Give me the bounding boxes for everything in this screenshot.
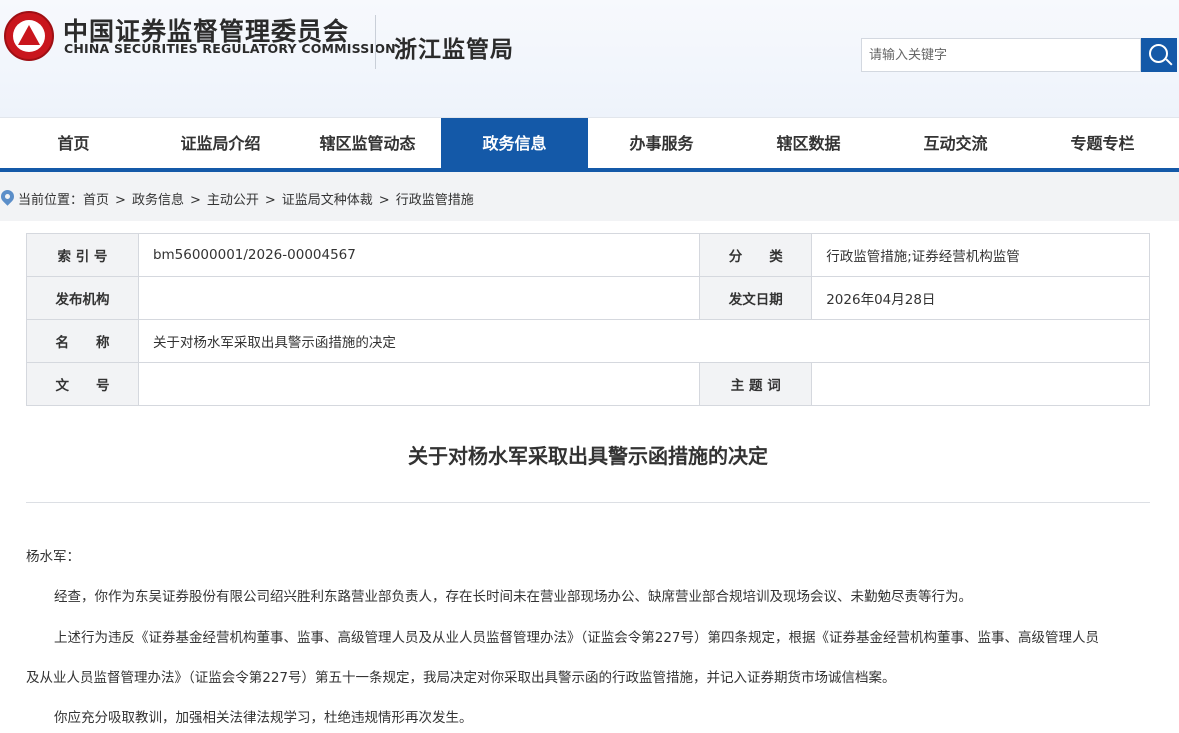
breadcrumb-prefix: 当前位置： [18,193,84,208]
breadcrumb-home[interactable]: 首页 [83,193,109,208]
breadcrumb-doc-types[interactable]: 证监局文种体裁 [282,193,373,208]
paragraph-3: 你应充分吸取教训，加强相关法律法规学习，杜绝违规情形再次发生。 [54,710,473,726]
table-row: 文 号 主 题 词 [26,362,1150,406]
subject-words-value [811,362,1150,406]
table-row: 索 引 号 bm56000001/2026-00004567 分 类 行政监管措… [26,233,1150,277]
category-value: 行政监管措施;证券经营机构监管 [811,233,1150,277]
document-title: 关于对杨水军采取出具警示函措施的决定 [408,444,768,468]
salutation: 杨水军： [26,549,80,565]
table-row: 发布机构 发文日期 2026年04月28日 [26,276,1150,320]
index-number-value: bm56000001/2026-00004567 [137,233,701,277]
paragraph-1: 经查，你作为东吴证券股份有限公司绍兴胜利东路营业部负责人，存在长时间未在营业部现… [54,589,972,605]
search-button[interactable] [1141,38,1177,72]
document-metadata-table: 索 引 号 bm56000001/2026-00004567 分 类 行政监管措… [26,233,1151,406]
org-name-en[interactable]: CHINA SECURITIES REGULATORY COMMISSION [64,41,396,56]
index-number-label: 索 引 号 [26,233,139,277]
nav-item-services[interactable]: 办事服务 [588,118,735,169]
table-row: 名 称 关于对杨水军采取出具警示函措施的决定 [26,319,1151,363]
nav-item-topics[interactable]: 专题专栏 [1029,118,1176,169]
nav-item-interaction[interactable]: 互动交流 [882,118,1029,169]
main-nav: 首页 证监局介绍 辖区监管动态 政务信息 办事服务 辖区数据 互动交流 专题专栏 [0,117,1179,169]
issuer-label: 发布机构 [26,276,139,320]
header-divider [375,15,376,69]
site-header: 中国证券监督管理委员会 CHINA SECURITIES REGULATORY … [0,0,1179,117]
title-divider [26,502,1150,503]
bureau-name: 浙江监管局 [394,37,514,63]
issuer-value [137,276,701,320]
issue-date-label: 发文日期 [699,276,813,320]
issue-date-value: 2026年04月28日 [811,276,1150,320]
paragraph-2-line-1: 上述行为违反《证券基金经营机构董事、监事、高级管理人员及从业人员监督管理办法》（… [54,630,1100,646]
location-pin-icon [0,187,17,206]
nav-item-gov-info[interactable]: 政务信息 [441,118,588,169]
category-label: 分 类 [699,233,813,277]
breadcrumb-current[interactable]: 行政监管措施 [396,193,474,208]
subject-words-label: 主 题 词 [699,362,813,406]
doc-number-label: 文 号 [26,362,139,406]
doc-number-value [137,362,701,406]
doc-name-label: 名 称 [26,319,139,363]
paragraph-2-line-2: 及从业人员监督管理办法》（证监会令第227号）第五十一条规定，我局决定对你采取出… [26,670,896,686]
breadcrumb: 当前位置：首页 > 政务信息 > 主动公开 > 证监局文种体裁 > 行政监管措施 [0,172,1179,221]
search-input[interactable] [861,38,1141,72]
doc-name-value: 关于对杨水军采取出具警示函措施的决定 [137,319,1151,363]
nav-item-regional-data[interactable]: 辖区数据 [735,118,882,169]
nav-item-regional-news[interactable]: 辖区监管动态 [294,118,441,169]
csrc-emblem-icon[interactable] [4,11,54,61]
breadcrumb-public[interactable]: 主动公开 [207,193,259,208]
nav-item-home[interactable]: 首页 [0,118,147,169]
breadcrumb-gov-info[interactable]: 政务信息 [132,193,184,208]
nav-item-bureau-intro[interactable]: 证监局介绍 [147,118,294,169]
